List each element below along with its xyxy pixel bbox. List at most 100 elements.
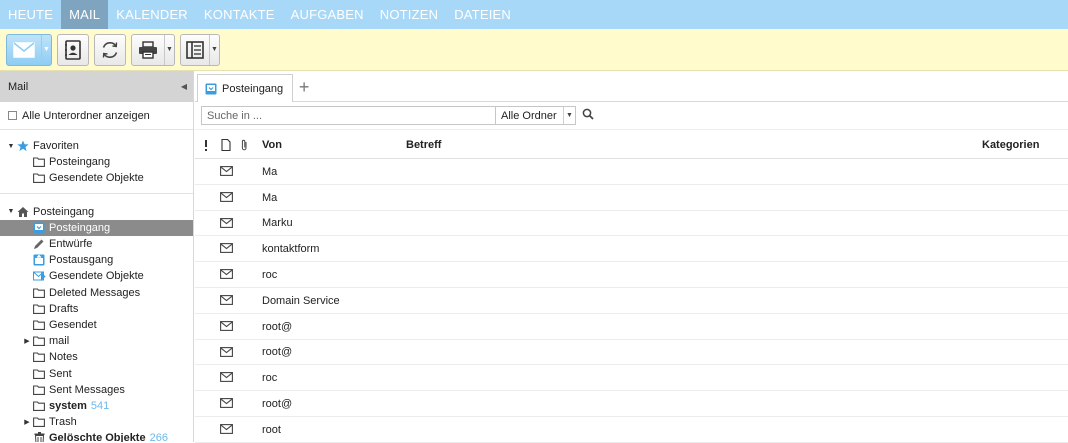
message-row[interactable]: Domain Service [195, 288, 1068, 314]
mailbox-node[interactable]: ▼ Posteingang [0, 204, 193, 220]
expand-arrow-icon[interactable]: ▼ [6, 143, 16, 150]
message-row[interactable]: root [195, 417, 1068, 443]
message-row[interactable]: Ma [195, 185, 1068, 211]
folder-item-gelöschte-objekte[interactable]: Gelöschte Objekte 266 [0, 430, 193, 442]
show-subfolders-label: Alle Unterordner anzeigen [22, 109, 150, 122]
folder-scope-select[interactable]: Alle Ordner ▼ [496, 106, 576, 125]
layout-button[interactable]: ▼ [180, 33, 220, 66]
message-from: root@ [262, 346, 293, 359]
nav-item-kalender[interactable]: KALENDER [108, 0, 196, 29]
unread-count: 541 [90, 399, 110, 412]
folder-icon [32, 303, 46, 315]
show-subfolders-checkbox[interactable] [8, 111, 17, 120]
message-from: roc [262, 269, 278, 282]
folder-item-notes[interactable]: Notes [0, 349, 193, 365]
favorites-node[interactable]: ▼ Favoriten [0, 138, 193, 154]
message-row[interactable]: Ma [195, 159, 1068, 185]
nav-item-kontakte[interactable]: KONTAKTE [196, 0, 283, 29]
trash-icon [32, 432, 46, 442]
favorite-item-label: Gesendete Objekte [49, 172, 144, 185]
envelope-icon [220, 295, 233, 308]
folder-item-label: Gesendet [49, 318, 97, 331]
unread-count: 266 [149, 432, 168, 442]
new-mail-dropdown-icon[interactable]: ▼ [41, 34, 51, 65]
envelope-icon [220, 243, 233, 256]
favorite-item-gesendete-objekte[interactable]: Gesendete Objekte [0, 170, 193, 186]
refresh-button[interactable] [94, 33, 126, 66]
envelope-icon [220, 398, 233, 411]
folder-item-mail[interactable]: ▶ mail [0, 333, 193, 349]
folder-icon [32, 287, 46, 299]
folder-scope-value: Alle Ordner [501, 109, 557, 122]
collapse-sidebar-icon[interactable]: ◀ [181, 82, 187, 91]
nav-item-aufgaben[interactable]: AUFGABEN [283, 0, 372, 29]
nav-item-heute[interactable]: HEUTE [0, 0, 61, 29]
message-row[interactable]: roc [195, 262, 1068, 288]
expand-arrow-icon[interactable]: ▶ [22, 337, 32, 345]
message-row[interactable]: Marku [195, 211, 1068, 237]
folder-item-entwürfe[interactable]: Entwürfe [0, 236, 193, 252]
message-list-header: Von Betreff Kategorien [195, 129, 1068, 159]
message-list: Ma Ma Marku kontaktform roc Domain Service roo… [195, 159, 1068, 443]
read-status-column-icon[interactable] [221, 130, 231, 160]
message-row[interactable]: kontaktform [195, 236, 1068, 263]
print-icon [132, 40, 164, 59]
folder-item-sent[interactable]: Sent [0, 365, 193, 381]
favorite-item-label: Posteingang [49, 156, 111, 169]
address-book-button[interactable] [57, 33, 89, 66]
from-column-header[interactable]: Von [262, 130, 282, 160]
message-row[interactable]: roc [195, 365, 1068, 392]
folder-icon [32, 319, 46, 331]
folder-item-trash[interactable]: ▶ Trash [0, 414, 193, 430]
folder-item-gesendet[interactable]: Gesendet [0, 317, 193, 333]
envelope-icon [220, 320, 233, 334]
folder-item-posteingang[interactable]: Posteingang [0, 219, 193, 236]
folder-icon [32, 335, 46, 347]
message-from: Marku [262, 217, 293, 230]
folder-item-gesendete-objekte[interactable]: Gesendete Objekte [0, 268, 193, 284]
new-mail-button[interactable]: ▼ [6, 33, 52, 66]
plus-icon: + [298, 76, 310, 97]
sidebar-header: Mail ◀ [0, 71, 193, 102]
categories-column-header[interactable]: Kategorien [982, 130, 1039, 160]
importance-column-icon[interactable] [204, 130, 208, 160]
nav-item-notizen[interactable]: NOTIZEN [372, 0, 446, 29]
folder-item-label-bold: system [49, 400, 87, 412]
toolbar: ▼ ▼ ▼ [0, 29, 1068, 71]
message-row[interactable]: root@ [195, 340, 1068, 366]
print-button[interactable]: ▼ [131, 33, 175, 66]
expand-arrow-icon[interactable]: ▶ [22, 418, 32, 426]
folder-item-sent-messages[interactable]: Sent Messages [0, 382, 193, 398]
folder-item-label: Posteingang [49, 221, 111, 234]
folder-item-system[interactable]: system 541 [0, 398, 193, 414]
nav-item-mail[interactable]: MAIL [61, 0, 109, 29]
folder-item-deleted-messages[interactable]: Deleted Messages [0, 285, 193, 301]
tab-label: Posteingang [222, 82, 284, 95]
folder-icon [32, 384, 46, 396]
expand-arrow-icon[interactable]: ▼ [6, 208, 16, 215]
sidebar-title: Mail [8, 80, 29, 93]
layout-dropdown-icon[interactable]: ▼ [209, 34, 219, 65]
favorite-item-posteingang[interactable]: Posteingang [0, 154, 193, 170]
favorites-label: Favoriten [33, 140, 79, 153]
new-mail-icon [7, 41, 41, 58]
message-row[interactable]: root@ [195, 314, 1068, 340]
search-input[interactable] [201, 106, 496, 125]
tab-posteingang[interactable]: Posteingang [197, 74, 294, 102]
message-row[interactable]: root@ [195, 391, 1068, 417]
folder-item-drafts[interactable]: Drafts [0, 301, 193, 317]
show-subfolders-toggle[interactable]: Alle Unterordner anzeigen [0, 102, 193, 130]
attachment-column-icon[interactable] [241, 130, 248, 160]
folder-item-postausgang[interactable]: Postausgang [0, 252, 193, 268]
nav-item-dateien[interactable]: DATEIEN [446, 0, 519, 29]
subject-column-header[interactable]: Betreff [406, 130, 441, 160]
tab-bar: Posteingang + [195, 71, 1068, 102]
folder-icon [32, 400, 46, 412]
print-dropdown-icon[interactable]: ▼ [164, 34, 174, 65]
refresh-icon [100, 40, 120, 60]
layout-icon [181, 40, 209, 59]
search-button[interactable] [579, 106, 597, 125]
message-from: roc [262, 372, 278, 385]
add-tab-button[interactable]: + [293, 73, 315, 101]
mailbox-label: Posteingang [33, 205, 95, 218]
